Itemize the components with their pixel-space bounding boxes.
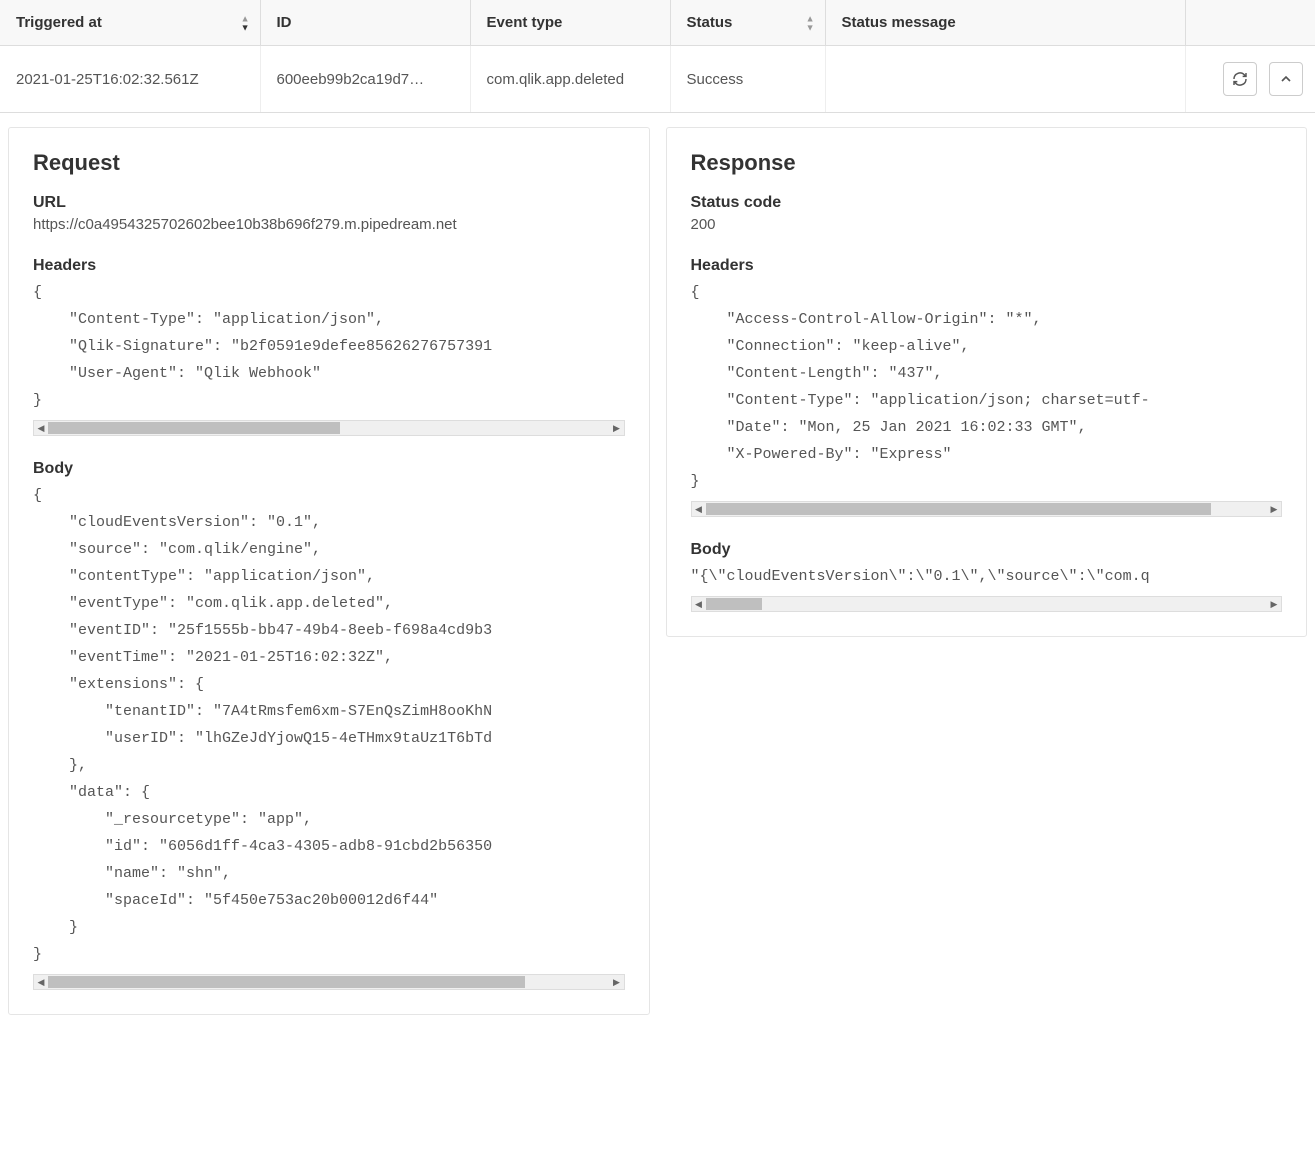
cell-event-type: com.qlik.app.deleted	[470, 46, 670, 113]
col-header-label: Status message	[842, 14, 956, 31]
scroll-track[interactable]	[48, 421, 610, 435]
url-label: URL	[33, 194, 625, 212]
response-headers-block: { "Access-Control-Allow-Origin": "*", "C…	[691, 279, 1283, 517]
response-body-label: Body	[691, 541, 1283, 559]
request-body-block: { "cloudEventsVersion": "0.1", "source":…	[33, 482, 625, 990]
scroll-right-icon[interactable]: ▶	[610, 421, 624, 435]
table-row[interactable]: 2021-01-25T16:02:32.561Z 600eeb99b2ca19d…	[0, 46, 1315, 113]
response-body-code: "{\"cloudEventsVersion\":\"0.1\",\"sourc…	[691, 563, 1283, 590]
scroll-left-icon[interactable]: ◀	[34, 975, 48, 989]
scroll-track[interactable]	[706, 597, 1268, 611]
cell-triggered-at: 2021-01-25T16:02:32.561Z	[0, 46, 260, 113]
col-header-label: Event type	[487, 14, 563, 31]
col-header-id[interactable]: ID	[260, 0, 470, 46]
table-header-row: Triggered at ▲ ▼ ID Event type Status ▲	[0, 0, 1315, 46]
collapse-button[interactable]	[1269, 62, 1303, 96]
scrollbar[interactable]: ◀ ▶	[33, 420, 625, 436]
col-header-triggered-at[interactable]: Triggered at ▲ ▼	[0, 0, 260, 46]
scroll-thumb[interactable]	[706, 598, 762, 610]
request-panel: Request URL https://c0a4954325702602bee1…	[8, 127, 650, 1015]
url-value: https://c0a4954325702602bee10b38b696f279…	[33, 216, 625, 233]
request-body-label: Body	[33, 460, 625, 478]
cell-status: Success	[670, 46, 825, 113]
col-header-label: ID	[277, 14, 292, 31]
scroll-thumb[interactable]	[48, 422, 340, 434]
chevron-up-icon: ▲	[241, 14, 250, 22]
response-panel: Response Status code 200 Headers { "Acce…	[666, 127, 1308, 637]
col-header-label: Status	[687, 14, 733, 31]
scroll-thumb[interactable]	[706, 503, 1211, 515]
response-body-block: "{\"cloudEventsVersion\":\"0.1\",\"sourc…	[691, 563, 1283, 612]
response-title: Response	[691, 150, 1283, 176]
scroll-right-icon[interactable]: ▶	[1267, 597, 1281, 611]
response-headers-code: { "Access-Control-Allow-Origin": "*", "C…	[691, 279, 1283, 495]
scroll-right-icon[interactable]: ▶	[1267, 502, 1281, 516]
sort-icon[interactable]: ▲ ▼	[241, 14, 250, 31]
status-code-label: Status code	[691, 194, 1283, 212]
chevron-down-icon: ▼	[806, 23, 815, 31]
scrollbar[interactable]: ◀ ▶	[691, 596, 1283, 612]
scroll-left-icon[interactable]: ◀	[692, 597, 706, 611]
scroll-track[interactable]	[706, 502, 1268, 516]
chevron-up-icon: ▲	[806, 14, 815, 22]
scroll-thumb[interactable]	[48, 976, 525, 988]
col-header-actions	[1185, 0, 1315, 46]
detail-panels: Request URL https://c0a4954325702602bee1…	[0, 113, 1315, 1023]
scroll-left-icon[interactable]: ◀	[34, 421, 48, 435]
scroll-right-icon[interactable]: ▶	[610, 975, 624, 989]
cell-status-message	[825, 46, 1185, 113]
request-headers-code: { "Content-Type": "application/json", "Q…	[33, 279, 625, 414]
sort-icon[interactable]: ▲ ▼	[806, 14, 815, 31]
cell-id: 600eeb99b2ca19d7…	[260, 46, 470, 113]
scroll-left-icon[interactable]: ◀	[692, 502, 706, 516]
col-header-status-message[interactable]: Status message	[825, 0, 1185, 46]
col-header-label: Triggered at	[16, 14, 102, 31]
event-table: Triggered at ▲ ▼ ID Event type Status ▲	[0, 0, 1315, 113]
refresh-icon	[1232, 71, 1248, 87]
request-title: Request	[33, 150, 625, 176]
chevron-up-icon	[1278, 71, 1294, 87]
scrollbar[interactable]: ◀ ▶	[691, 501, 1283, 517]
scrollbar[interactable]: ◀ ▶	[33, 974, 625, 990]
cell-actions	[1185, 46, 1315, 113]
request-body-code: { "cloudEventsVersion": "0.1", "source":…	[33, 482, 625, 968]
col-header-event-type[interactable]: Event type	[470, 0, 670, 46]
chevron-down-icon: ▼	[241, 23, 250, 31]
request-headers-block: { "Content-Type": "application/json", "Q…	[33, 279, 625, 436]
col-header-status[interactable]: Status ▲ ▼	[670, 0, 825, 46]
status-code-value: 200	[691, 216, 1283, 233]
scroll-track[interactable]	[48, 975, 610, 989]
response-headers-label: Headers	[691, 257, 1283, 275]
refresh-button[interactable]	[1223, 62, 1257, 96]
request-headers-label: Headers	[33, 257, 625, 275]
